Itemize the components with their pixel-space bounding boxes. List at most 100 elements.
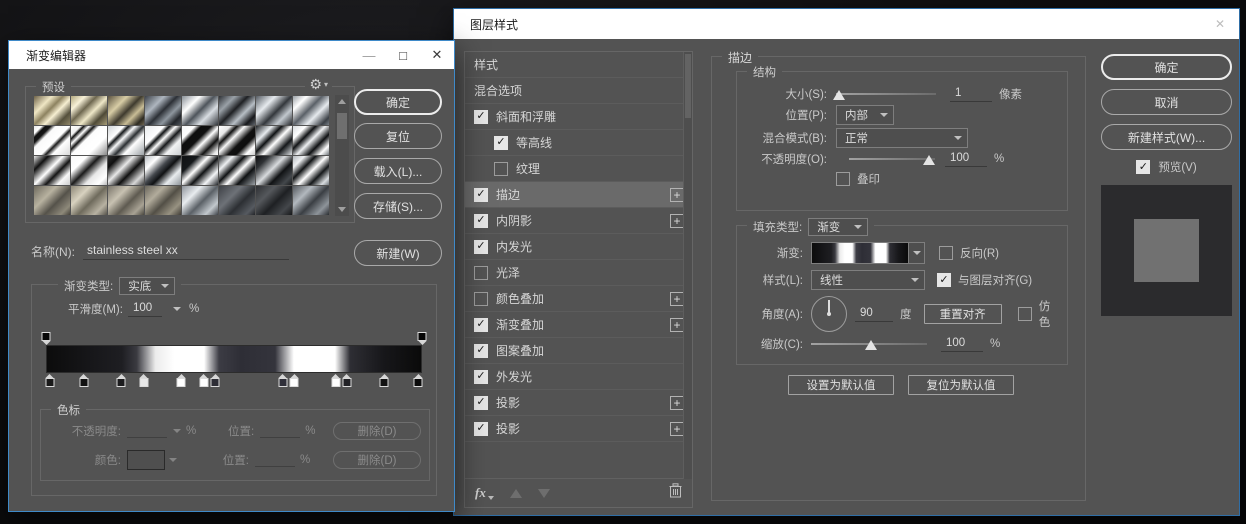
maximize-icon[interactable]: □	[386, 48, 420, 63]
effect-checkbox[interactable]	[494, 161, 508, 176]
gradient-preview-bar[interactable]	[46, 345, 422, 373]
gradient-preset[interactable]	[71, 96, 107, 125]
size-slider[interactable]	[833, 87, 936, 101]
angle-dial[interactable]	[811, 296, 847, 332]
gradient-preset[interactable]	[34, 186, 70, 215]
gradient-preset[interactable]	[219, 186, 255, 215]
styles-list-item[interactable]: 纹理	[465, 156, 692, 182]
color-stop[interactable]	[199, 374, 209, 387]
styles-list-item[interactable]: ✓ 外发光	[465, 364, 692, 390]
gradient-preset[interactable]	[71, 156, 107, 185]
styles-list-item[interactable]: 样式	[465, 52, 692, 78]
scale-slider-thumb[interactable]	[865, 340, 878, 350]
gradient-preset[interactable]	[145, 156, 181, 185]
stop-position-input[interactable]	[260, 424, 301, 438]
color-stop[interactable]	[278, 374, 288, 387]
gradient-preset[interactable]	[108, 126, 144, 155]
align-layer-checkbox[interactable]: ✓	[937, 273, 951, 287]
styles-list-item[interactable]: ✓ 内发光	[465, 234, 692, 260]
color-stop[interactable]	[45, 374, 55, 387]
blend-mode-dropdown[interactable]: 正常	[836, 128, 968, 148]
gradient-preset[interactable]	[108, 186, 144, 215]
gradient-preset[interactable]	[145, 96, 181, 125]
style-dropdown[interactable]: 线性	[811, 270, 925, 290]
gradient-preset[interactable]	[34, 126, 70, 155]
styles-list-item[interactable]: ✓ 内阴影 +	[465, 208, 692, 234]
gradient-preset[interactable]	[293, 156, 329, 185]
gradient-type-dropdown[interactable]: 实底	[119, 277, 176, 295]
opacity-slider-thumb[interactable]	[922, 155, 935, 165]
new-style-button[interactable]: 新建样式(W)...	[1101, 124, 1232, 150]
color-stop[interactable]	[116, 374, 126, 387]
gradient-preset[interactable]	[219, 96, 255, 125]
add-effect-button[interactable]: +	[670, 317, 684, 332]
scale-slider[interactable]	[811, 337, 927, 351]
add-effect-button[interactable]: +	[670, 395, 684, 410]
angle-value[interactable]: 90	[855, 306, 893, 322]
color-stop[interactable]	[331, 374, 341, 387]
presets-menu-button[interactable]: ⚙ ▾	[305, 76, 332, 93]
fx-menu-button[interactable]: fx	[475, 485, 494, 501]
effect-checkbox[interactable]: ✓	[494, 135, 508, 150]
chevron-down-icon[interactable]	[172, 307, 181, 311]
color-stop[interactable]	[79, 374, 89, 387]
styles-list-item[interactable]: ✓ 描边 +	[465, 182, 692, 208]
gradient-preset[interactable]	[108, 96, 144, 125]
effect-checkbox[interactable]: ✓	[474, 317, 488, 332]
color-stop[interactable]	[176, 374, 186, 387]
gradient-preset[interactable]	[182, 156, 218, 185]
gradient-preset[interactable]	[293, 126, 329, 155]
gradient-preset[interactable]	[256, 126, 292, 155]
styles-list-item[interactable]: ✓ 投影 +	[465, 390, 692, 416]
add-effect-button[interactable]: +	[670, 187, 684, 202]
styles-list-item[interactable]: ✓ 斜面和浮雕	[465, 104, 692, 130]
gradient-preset[interactable]	[293, 96, 329, 125]
gradient-preset[interactable]	[145, 186, 181, 215]
load-button[interactable]: 载入(L)...	[354, 158, 442, 184]
move-effect-up-icon[interactable]	[509, 488, 522, 498]
opacity-stop[interactable]	[417, 332, 427, 345]
effect-checkbox[interactable]	[474, 291, 488, 306]
styles-list-item[interactable]: ✓ 渐变叠加 +	[465, 312, 692, 338]
reverse-checkbox[interactable]	[939, 246, 953, 260]
gradient-editor-titlebar[interactable]: 渐变编辑器 — □ ✕	[9, 41, 454, 69]
gradient-name-input[interactable]	[83, 242, 289, 260]
gradient-preset[interactable]	[256, 156, 292, 185]
color-stop[interactable]	[289, 374, 299, 387]
effect-checkbox[interactable]: ✓	[474, 109, 488, 124]
gradient-preset[interactable]	[256, 186, 292, 215]
new-button[interactable]: 新建(W)	[354, 240, 442, 266]
effect-checkbox[interactable]: ✓	[474, 213, 488, 228]
stop-opacity-input[interactable]	[127, 424, 167, 438]
gradient-preset[interactable]	[293, 186, 329, 215]
gradient-preset[interactable]	[256, 96, 292, 125]
gradient-preset[interactable]	[182, 96, 218, 125]
opacity-stop[interactable]	[41, 332, 51, 345]
size-value[interactable]: 1	[950, 86, 992, 102]
color-stop[interactable]	[379, 374, 389, 387]
effect-checkbox[interactable]: ✓	[474, 187, 488, 202]
effect-checkbox[interactable]: ✓	[474, 395, 488, 410]
effect-checkbox[interactable]: ✓	[474, 369, 488, 384]
styles-list-item[interactable]: 光泽	[465, 260, 692, 286]
effect-checkbox[interactable]	[474, 265, 488, 280]
reset-button[interactable]: 复位	[354, 123, 442, 149]
minimize-icon[interactable]: —	[352, 48, 386, 63]
scroll-up-icon[interactable]	[338, 99, 346, 104]
styles-list-item[interactable]: ✓ 图案叠加	[465, 338, 692, 364]
scrollbar-thumb[interactable]	[337, 113, 347, 139]
delete-effect-icon[interactable]	[669, 483, 682, 503]
close-icon[interactable]: ✕	[420, 47, 454, 63]
reset-align-button[interactable]: 重置对齐	[923, 304, 1002, 324]
layer-style-titlebar[interactable]: 图层样式 ✕	[454, 9, 1239, 39]
gradient-preset[interactable]	[34, 156, 70, 185]
save-button[interactable]: 存储(S)...	[354, 193, 442, 219]
cancel-button[interactable]: 取消	[1101, 89, 1232, 115]
gradient-preset[interactable]	[71, 126, 107, 155]
gradient-preset[interactable]	[108, 156, 144, 185]
set-default-button[interactable]: 设置为默认值	[788, 375, 894, 395]
ok-button[interactable]: 确定	[1101, 54, 1232, 80]
smoothness-value[interactable]: 100	[127, 301, 162, 317]
effect-checkbox[interactable]: ✓	[474, 239, 488, 254]
styles-list-item[interactable]: 混合选项	[465, 78, 692, 104]
